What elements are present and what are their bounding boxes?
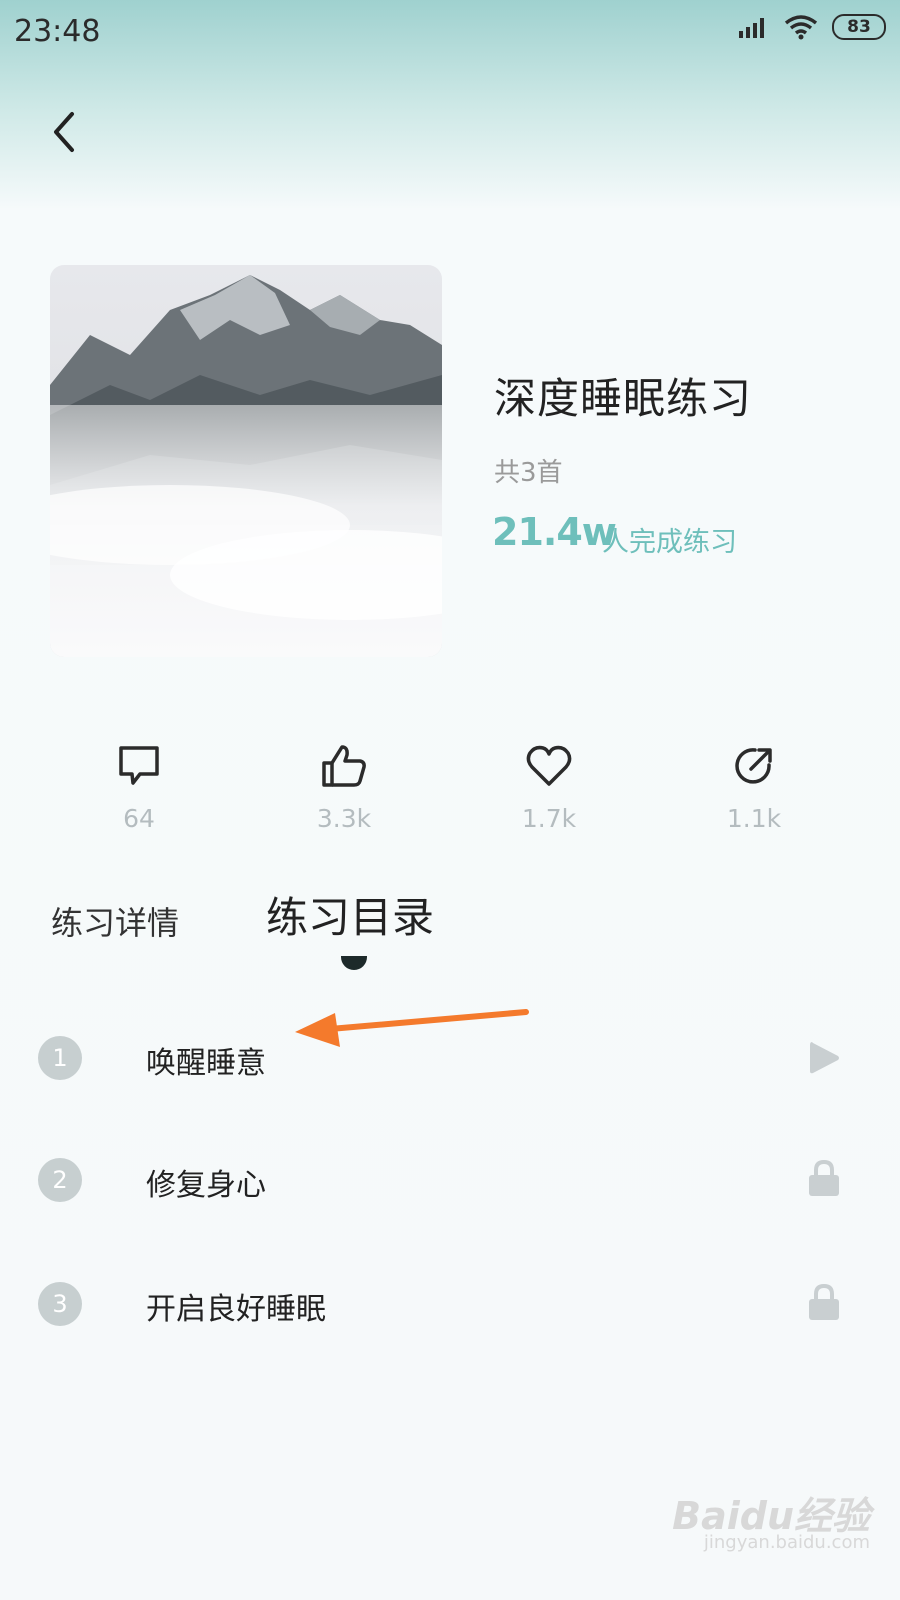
share-button[interactable]: 1.1k: [694, 740, 814, 833]
signal-icon: [739, 18, 764, 38]
battery-icon: 83: [832, 14, 886, 40]
watermark-url: jingyan.baidu.com: [703, 1532, 870, 1553]
like-button[interactable]: 3.3k: [284, 740, 404, 833]
completed-count: 21.4w: [492, 510, 617, 554]
favorite-button[interactable]: 1.7k: [489, 740, 609, 833]
like-count: 3.3k: [316, 804, 372, 833]
track-index: 3: [38, 1282, 82, 1326]
wifi-icon: [784, 15, 818, 40]
annotation-arrow: [295, 1009, 529, 1047]
heart-icon: [526, 745, 572, 786]
lock-indicator: [806, 1282, 842, 1322]
track-count: 共3首: [494, 458, 563, 488]
share-count: 1.1k: [726, 804, 782, 833]
tab-catalog[interactable]: 练习目录: [266, 884, 434, 945]
thumbs-up-icon: [322, 745, 366, 787]
lock-icon: [809, 1159, 839, 1196]
tab-details[interactable]: 练习详情: [51, 898, 179, 944]
track-title: 唤醒睡意: [146, 1046, 266, 1081]
lock-icon: [809, 1283, 839, 1320]
lock-indicator: [806, 1158, 842, 1198]
track-title: 开启良好睡眠: [146, 1292, 326, 1327]
play-icon: [810, 1042, 839, 1074]
album-title: 深度睡眠练习: [494, 374, 753, 423]
track-row[interactable]: 3 开启良好睡眠: [0, 1246, 900, 1366]
play-button[interactable]: [806, 1038, 842, 1078]
track-row[interactable]: 2 修复身心: [0, 1122, 900, 1242]
track-index: 2: [38, 1158, 82, 1202]
completed-label: 人完成练习: [602, 527, 737, 558]
status-time: 23:48: [14, 14, 101, 49]
track-title: 修复身心: [146, 1168, 266, 1203]
album-cover-image: [50, 265, 442, 657]
active-tab-indicator: [341, 956, 367, 970]
comment-button[interactable]: 64: [79, 740, 199, 833]
chevron-left-icon: [54, 112, 74, 152]
track-index: 1: [38, 1036, 82, 1080]
comment-count: 64: [123, 804, 155, 833]
battery-level: 83: [847, 17, 871, 37]
favorite-count: 1.7k: [521, 804, 577, 833]
comment-icon: [119, 746, 159, 785]
back-button[interactable]: [42, 105, 86, 159]
share-icon: [735, 748, 772, 784]
status-icons: 83: [738, 14, 886, 40]
